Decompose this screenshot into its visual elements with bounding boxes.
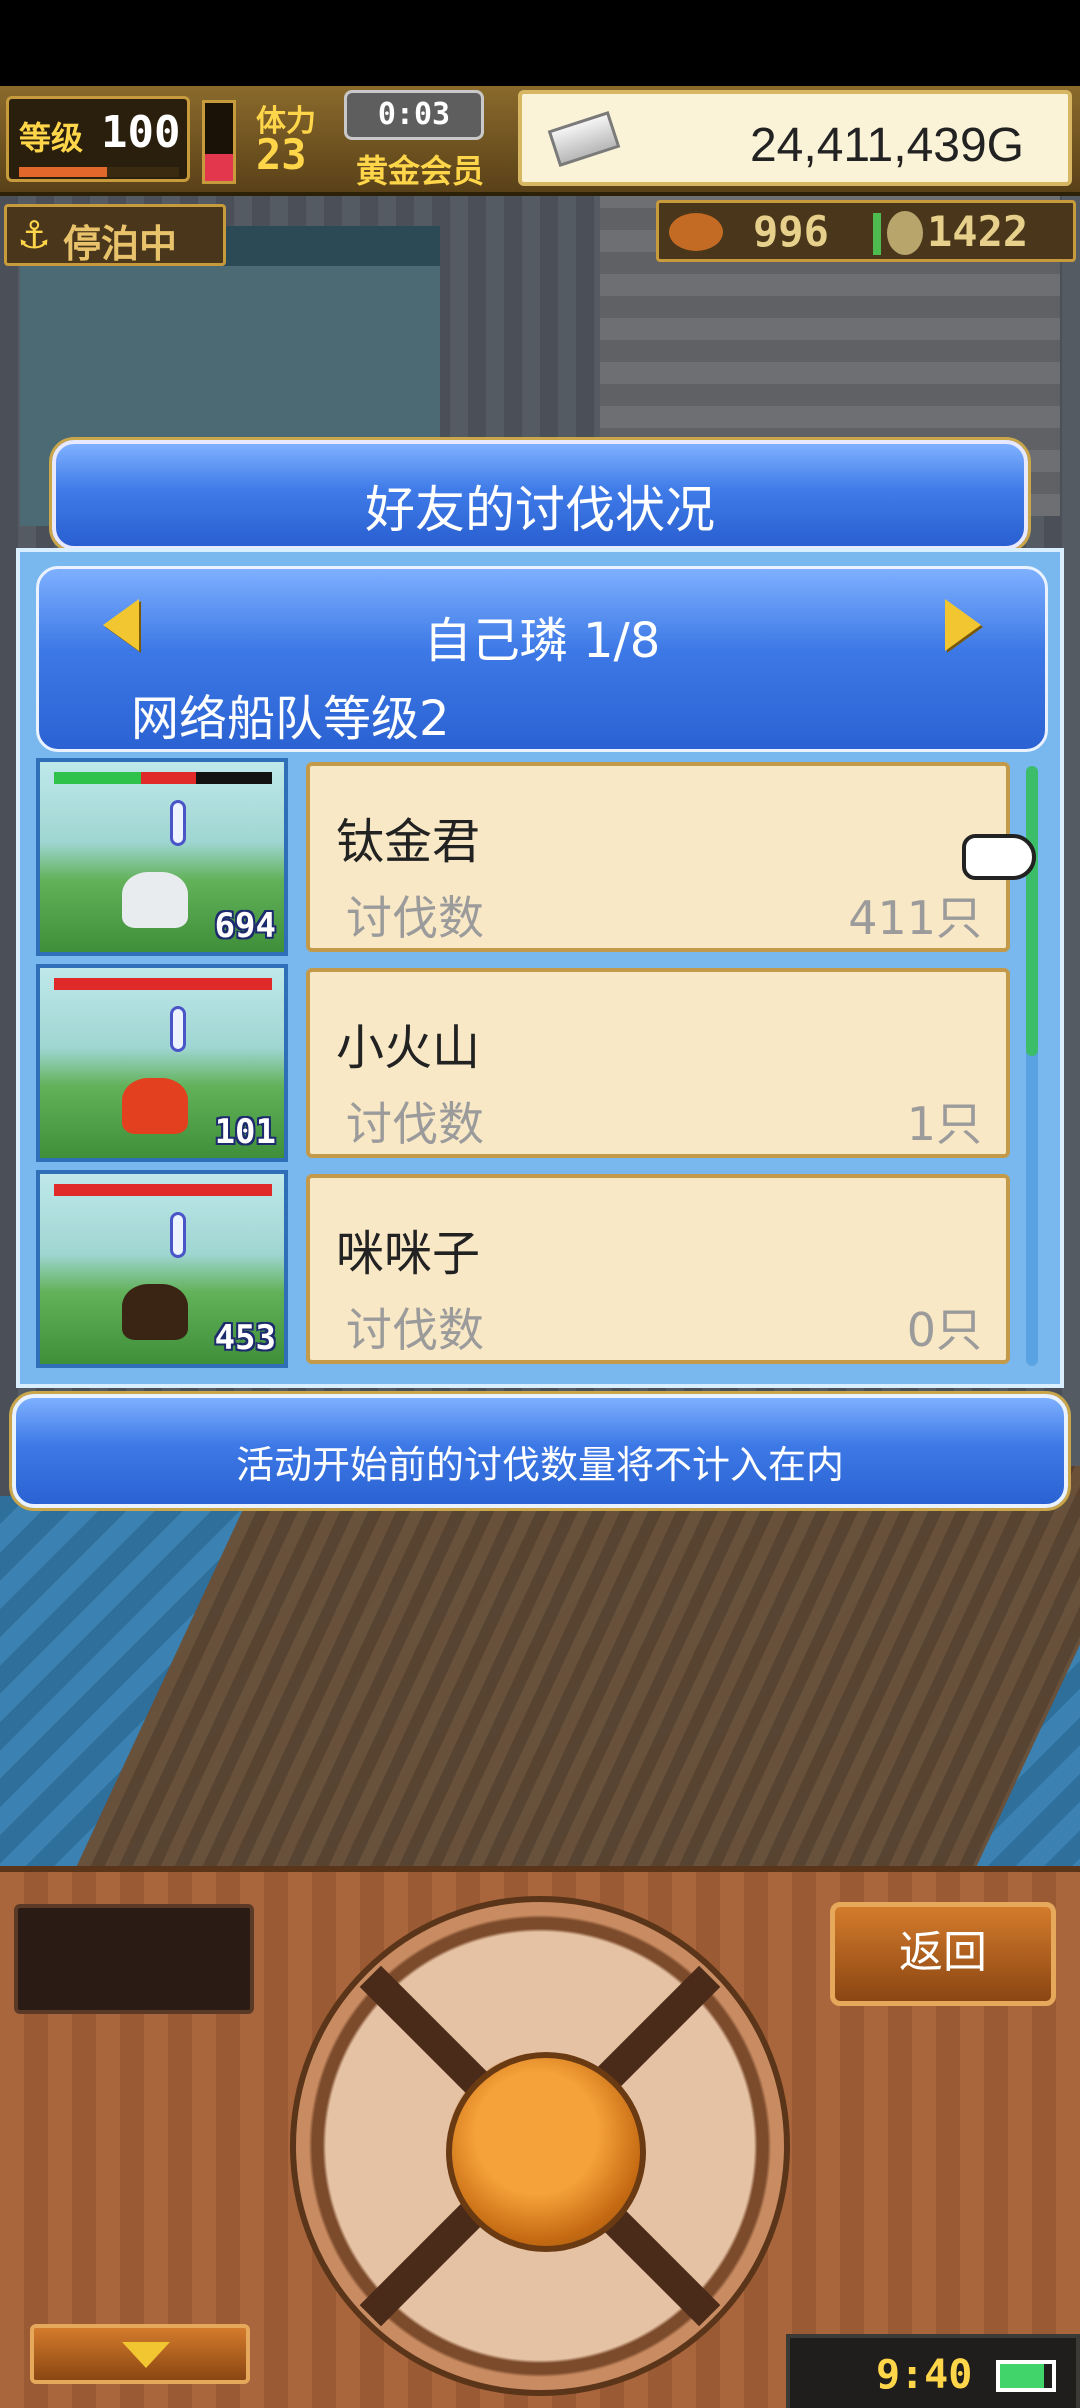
dpad-center-button[interactable] bbox=[446, 2052, 646, 2252]
monster-sprite bbox=[122, 872, 188, 928]
kill-count-value: 0只 bbox=[906, 1303, 982, 1357]
exclamation-icon bbox=[170, 800, 186, 846]
menu-toggle-button[interactable] bbox=[30, 2324, 250, 2384]
down-arrow-icon bbox=[122, 2342, 170, 2368]
anchor-icon: ⚓ bbox=[17, 213, 52, 257]
friend-header: 自己璘 1/8 网络船队等级2 bbox=[36, 566, 1048, 752]
resource-divider bbox=[873, 213, 881, 255]
top-hud: 等级 100 体力 23 0:03 黄金会员 24,411,439G bbox=[0, 86, 1080, 196]
empty-slot bbox=[14, 1904, 254, 2014]
level-label: 等级 bbox=[19, 119, 84, 157]
dialog-title-bar: 好友的讨伐状况 bbox=[52, 440, 1028, 550]
friend-name: 钛金君 bbox=[336, 814, 481, 870]
kill-count-label: 讨伐数 bbox=[346, 1097, 484, 1151]
level-panel: 等级 100 bbox=[6, 96, 190, 182]
monster-thumbnail: 453 bbox=[36, 1170, 288, 1368]
exclamation-icon bbox=[170, 1006, 186, 1052]
list-item[interactable]: 694 钛金君 讨伐数 411只 bbox=[36, 758, 1016, 956]
exclamation-icon bbox=[170, 1212, 186, 1258]
monster-hp-bar bbox=[54, 772, 272, 784]
resource-panel: 996 1422 bbox=[656, 200, 1076, 262]
friend-card[interactable]: 钛金君 讨伐数 411只 bbox=[306, 762, 1010, 952]
friend-hunt-dialog: 自己璘 1/8 网络船队等级2 694 钛金君 讨伐数 411只 101 小火山… bbox=[16, 548, 1064, 1388]
kill-count-label: 讨伐数 bbox=[346, 891, 484, 945]
friend-name: 小火山 bbox=[336, 1020, 481, 1076]
scrollbar-thumb[interactable] bbox=[1026, 766, 1038, 1056]
docked-status-text: 停泊中 bbox=[63, 222, 178, 266]
fleet-level: 网络船队等级2 bbox=[131, 691, 450, 747]
resource-a-value: 996 bbox=[753, 207, 829, 256]
clock-panel: 9:40 bbox=[786, 2334, 1080, 2408]
monster-count: 453 bbox=[214, 1318, 276, 1358]
food-icon bbox=[669, 213, 723, 251]
level-value: 100 bbox=[101, 107, 181, 158]
kill-count-value: 1只 bbox=[906, 1097, 982, 1151]
kill-count-label: 讨伐数 bbox=[346, 1303, 484, 1357]
footer-note: 活动开始前的讨伐数量将不计入在内 bbox=[235, 1443, 844, 1487]
dialog-title: 好友的讨伐状况 bbox=[365, 481, 715, 539]
dpad-controller[interactable] bbox=[290, 1896, 790, 2396]
monster-sprite bbox=[122, 1078, 188, 1134]
back-button[interactable]: 返回 bbox=[830, 1902, 1056, 2006]
monster-count: 101 bbox=[214, 1112, 276, 1152]
docked-status: ⚓ 停泊中 bbox=[4, 204, 226, 266]
kill-count-value: 411只 bbox=[848, 891, 982, 945]
gold-member-badge: 黄金会员 bbox=[356, 152, 485, 190]
monster-sprite bbox=[122, 1284, 188, 1340]
gold-amount: 24,411,439G bbox=[749, 119, 1024, 172]
hunt-list: 694 钛金君 讨伐数 411只 101 小火山 讨伐数 1只 453 咪咪子 … bbox=[36, 758, 1016, 1378]
monster-thumbnail: 694 bbox=[36, 758, 288, 956]
list-item[interactable]: 453 咪咪子 讨伐数 0只 bbox=[36, 1170, 1016, 1368]
friend-name: 咪咪子 bbox=[336, 1226, 481, 1282]
friend-card[interactable]: 咪咪子 讨伐数 0只 bbox=[306, 1174, 1010, 1364]
friend-name-page: 自己璘 1/8 bbox=[423, 613, 661, 669]
dialog-footer: 活动开始前的讨伐数量将不计入在内 bbox=[12, 1394, 1068, 1508]
silver-bar-icon bbox=[547, 111, 621, 167]
stamina-gauge bbox=[202, 100, 236, 184]
monster-hp-bar bbox=[54, 1184, 272, 1196]
stamina-timer: 0:03 bbox=[344, 90, 484, 140]
clock-time: 9:40 bbox=[876, 2352, 973, 2398]
arrow-right-icon[interactable] bbox=[945, 599, 981, 651]
gold-panel: 24,411,439G bbox=[518, 90, 1072, 186]
control-panel: 返回 9:40 bbox=[0, 1866, 1080, 2408]
monster-hp-bar bbox=[54, 978, 272, 990]
experience-bar bbox=[19, 167, 179, 177]
friend-card[interactable]: 小火山 讨伐数 1只 bbox=[306, 968, 1010, 1158]
hand-pointer-icon bbox=[962, 834, 1036, 880]
monster-thumbnail: 101 bbox=[36, 964, 288, 1162]
medal-icon bbox=[887, 211, 923, 255]
resource-b-value: 1422 bbox=[927, 207, 1029, 256]
battery-icon bbox=[996, 2360, 1056, 2392]
list-item[interactable]: 101 小火山 讨伐数 1只 bbox=[36, 964, 1016, 1162]
monster-count: 694 bbox=[214, 906, 276, 946]
stamina-value: 23 bbox=[256, 130, 307, 179]
